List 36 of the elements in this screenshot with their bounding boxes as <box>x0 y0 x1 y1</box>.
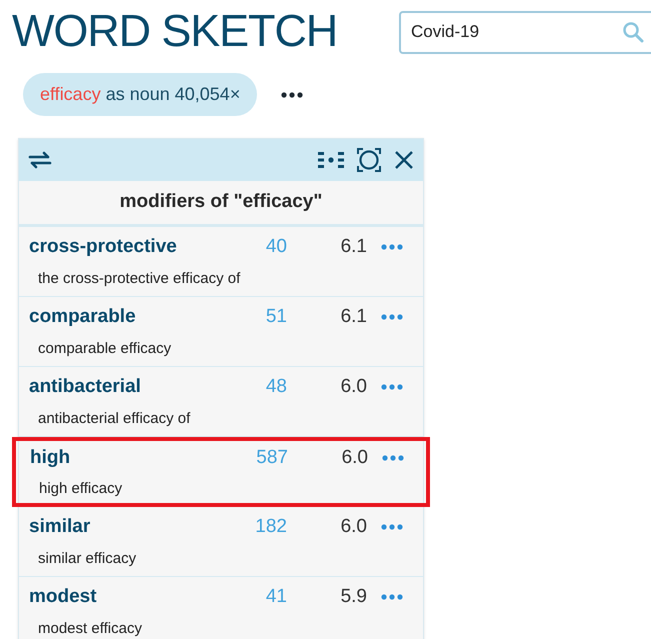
collocation-row[interactable]: high 587 6.0 high efficacy <box>12 437 430 507</box>
collocation-row[interactable]: modest 41 5.9 modest efficacy <box>19 577 423 639</box>
close-icon[interactable] <box>393 149 415 171</box>
example-phrase[interactable]: antibacterial efficacy of <box>38 408 413 430</box>
collocate-word[interactable]: similar <box>29 513 251 542</box>
columns-icon[interactable] <box>317 150 345 170</box>
example-phrase[interactable]: the cross-protective efficacy of <box>38 268 413 290</box>
score-value: 6.1 <box>340 305 367 329</box>
swap-icon[interactable] <box>27 150 53 170</box>
example-phrase[interactable]: high efficacy <box>39 478 412 500</box>
score-value: 5.9 <box>340 585 367 609</box>
score-value: 6.1 <box>340 235 367 259</box>
more-icon[interactable] <box>281 92 304 98</box>
collocate-word[interactable]: modest <box>29 583 251 612</box>
score-value: 6.0 <box>340 375 367 399</box>
page-title: WORD SKETCH <box>12 6 338 56</box>
collocation-row[interactable]: similar 182 6.0 similar efficacy <box>19 507 423 577</box>
focus-icon[interactable] <box>357 148 381 172</box>
example-phrase[interactable]: similar efficacy <box>38 548 413 570</box>
collocate-word[interactable]: antibacterial <box>29 373 251 402</box>
collocation-row[interactable]: antibacterial 48 6.0 antibacterial efficacy of <box>19 367 423 437</box>
query-chip[interactable]: efficacy as noun 40,054× <box>23 73 258 116</box>
search-icon[interactable] <box>621 20 645 44</box>
collocation-row[interactable]: comparable 51 6.1 comparable efficacy <box>19 297 423 367</box>
example-phrase[interactable]: comparable efficacy <box>38 338 413 360</box>
query-details: as noun 40,054× <box>106 83 240 106</box>
example-phrase[interactable]: modest efficacy <box>38 618 413 639</box>
score-value: 6.0 <box>340 446 368 470</box>
collocation-row[interactable]: cross-protective 40 6.1 the cross-protective efficacy of <box>19 227 423 297</box>
panel-heading: modifiers of "efficacy" <box>19 181 423 227</box>
collocate-word[interactable]: high <box>30 444 252 472</box>
search-field[interactable]: Covid-19 <box>399 10 651 54</box>
collocate-word[interactable]: comparable <box>29 303 251 332</box>
collocate-word[interactable]: cross-protective <box>29 233 251 262</box>
score-value: 6.0 <box>340 515 367 539</box>
query-lemma: efficacy <box>40 83 101 106</box>
